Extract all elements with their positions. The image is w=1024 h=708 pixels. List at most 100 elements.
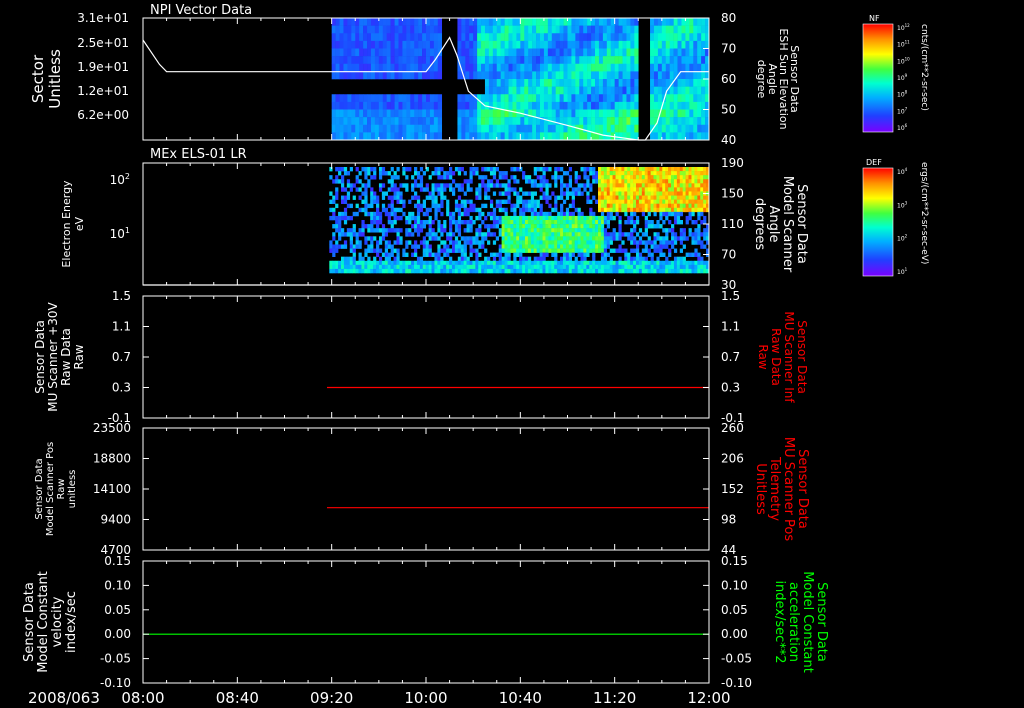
heatmap-cell — [364, 264, 368, 270]
heatmap-cell — [496, 18, 501, 26]
heatmap-cell — [559, 94, 564, 103]
heatmap-cell — [677, 124, 682, 133]
heatmap-cell — [685, 18, 690, 26]
heatmap-cell — [571, 86, 576, 95]
heatmap-cell — [533, 228, 537, 233]
x-tick-label: 09:20 — [310, 689, 353, 707]
heatmap-cell — [340, 199, 345, 204]
heatmap-cell — [622, 71, 627, 80]
y-tick-label: 1.1 — [112, 320, 131, 334]
heatmap-cell — [501, 183, 505, 188]
heatmap-cell — [656, 207, 660, 213]
right-y-tick-label: 260 — [721, 421, 744, 435]
heatmap-cell — [693, 79, 698, 87]
heatmap-cell — [457, 48, 462, 57]
heatmap-cell — [700, 175, 704, 180]
heatmap-cell — [510, 236, 514, 241]
heatmap-cell — [343, 18, 348, 26]
heatmap-cell — [370, 195, 374, 200]
heatmap-cell — [465, 124, 470, 133]
heatmap-cell — [676, 211, 681, 217]
heatmap-cell — [701, 117, 706, 126]
heatmap-cell — [510, 207, 514, 213]
heatmap-cell — [595, 228, 599, 233]
heatmap-cell — [488, 56, 494, 65]
heatmap-cell — [677, 25, 682, 34]
heatmap-cell — [513, 224, 517, 229]
heatmap-cell — [475, 171, 479, 176]
heatmap-cell — [507, 220, 511, 225]
heatmap-cell — [676, 236, 681, 241]
heatmap-cell — [437, 171, 441, 176]
heatmap-cell — [614, 86, 619, 95]
heatmap-cell — [396, 260, 400, 266]
heatmap-cell — [624, 183, 628, 188]
heatmap-cell — [598, 33, 604, 42]
heatmap-cell — [425, 264, 429, 270]
heatmap-cell — [426, 117, 431, 126]
heatmap-cell — [446, 183, 450, 188]
heatmap-cell — [647, 187, 651, 192]
heatmap-cell — [618, 167, 622, 172]
heatmap-cell — [536, 244, 540, 249]
heatmap-cell — [500, 33, 505, 42]
heatmap-cell — [373, 264, 377, 270]
right-axis-title-line: acceleration — [786, 582, 801, 662]
heatmap-cell — [338, 211, 342, 217]
heatmap-cell — [671, 228, 675, 233]
heatmap-cell — [665, 187, 669, 192]
heatmap-cell — [539, 63, 545, 72]
heatmap-cell — [501, 264, 505, 270]
heatmap-cell — [693, 33, 698, 42]
heatmap-cell — [449, 264, 453, 270]
heatmap-cell — [673, 167, 678, 172]
heatmap-cell — [378, 94, 384, 103]
heatmap-cell — [484, 109, 490, 118]
heatmap-cell — [405, 240, 409, 245]
heatmap-cell — [653, 132, 659, 141]
heatmap-cell — [579, 117, 584, 126]
heatmap-cell — [414, 191, 418, 196]
heatmap-cell — [504, 211, 508, 217]
heatmap-cell — [513, 187, 517, 192]
heatmap-cell — [440, 248, 444, 253]
heatmap-cell — [525, 215, 529, 221]
heatmap-cell — [691, 167, 695, 172]
heatmap-cell — [332, 207, 336, 213]
heatmap-cell — [338, 220, 342, 225]
heatmap-cell — [545, 215, 549, 221]
heatmap-cell — [656, 236, 660, 241]
heatmap-cell — [390, 109, 395, 118]
heatmap-cell — [408, 264, 412, 270]
heatmap-cell — [681, 109, 686, 118]
heatmap-cell — [335, 195, 339, 200]
heatmap-cell — [606, 264, 610, 270]
heatmap-cell — [703, 215, 707, 221]
heatmap-cell — [665, 117, 670, 126]
heatmap-cell — [559, 132, 564, 141]
heatmap-cell — [510, 175, 514, 180]
heatmap-cell — [466, 220, 470, 225]
heatmap-cell — [437, 256, 441, 262]
heatmap-cell — [343, 33, 348, 42]
heatmap-cell — [603, 167, 608, 172]
heatmap-cell — [520, 101, 525, 110]
heatmap-cell — [691, 220, 695, 225]
heatmap-cell — [457, 187, 462, 192]
heatmap-cell — [641, 203, 646, 209]
heatmap-cell — [627, 203, 631, 209]
heatmap-cell — [579, 40, 584, 49]
heatmap-cell — [598, 101, 604, 110]
heatmap-cell — [528, 56, 533, 65]
heatmap-cell — [618, 175, 622, 180]
heatmap-cell — [411, 183, 415, 188]
heatmap-cell — [530, 207, 535, 213]
heatmap-cell — [513, 203, 517, 209]
heatmap-cell — [487, 268, 491, 274]
heatmap-cell — [331, 18, 336, 26]
heatmap-cell — [701, 71, 706, 80]
heatmap-cell — [618, 183, 622, 188]
heatmap-cell — [665, 256, 669, 262]
heatmap-cell — [679, 199, 684, 204]
heatmap-cell — [618, 228, 622, 233]
